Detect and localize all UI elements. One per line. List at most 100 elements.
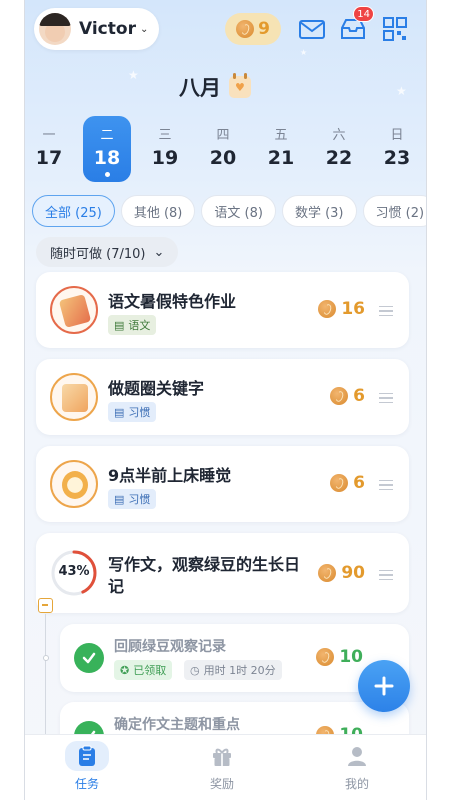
month-label: 八月 (179, 76, 221, 100)
weekday-label: 四 (216, 128, 230, 143)
check-icon[interactable] (74, 643, 104, 673)
device-bezel-right (426, 0, 450, 800)
date-label: 19 (151, 147, 179, 169)
task-reward: 6 (330, 386, 365, 406)
date-label: 23 (383, 147, 411, 169)
task-reward: 90 (318, 563, 365, 583)
week-strip: 一 17 二 18 三 19 四 20 五 21 六 22 日 23 (24, 116, 426, 184)
claimed-badge: ✪ 已领取 (114, 660, 173, 680)
day-22[interactable]: 六 22 (315, 116, 363, 182)
date-label: 22 (325, 147, 353, 169)
time-spent: ◷ 用时 1时 20分 (184, 660, 282, 680)
tab-0[interactable]: 全部 (25) (32, 195, 115, 227)
calendar-icon[interactable]: ♥ (229, 73, 251, 98)
app-screen: ★ ★ ★ Victor ⌄ 9 14 八月 ♥ 一 17 二 18 三 19 … (0, 0, 450, 800)
drag-handle-icon[interactable] (379, 480, 393, 490)
weekday-label: 五 (274, 128, 288, 143)
screen-edge (24, 0, 25, 800)
habit-tag: ▤ 习惯 (108, 489, 157, 509)
top-header: Victor ⌄ 9 14 (34, 6, 418, 50)
subtask-connector (45, 614, 46, 734)
day-18[interactable]: 二 18 (83, 116, 131, 182)
progress-percent: 43% (58, 564, 90, 579)
device-bezel-left (0, 0, 24, 800)
mail-icon[interactable] (297, 14, 327, 44)
bottom-navigation: 任务 奖励 我的 (24, 734, 426, 800)
coin-icon (316, 648, 335, 666)
exam-paper-icon (50, 373, 98, 421)
subject-tag: ▤ 语文 (108, 315, 157, 335)
coin-icon (330, 474, 349, 492)
coin-icon (330, 387, 349, 405)
book-icon (50, 286, 98, 334)
day-19[interactable]: 三 19 (141, 116, 189, 182)
nav-label: 我的 (344, 777, 369, 791)
weekday-label: 二 (100, 128, 114, 143)
nav-rewards[interactable]: 奖励 (177, 741, 267, 792)
day-23[interactable]: 日 23 (373, 116, 421, 182)
tab-1[interactable]: 其他 (8) (120, 195, 196, 227)
task-title: 写作文，观察绿豆的生长日 (108, 555, 301, 574)
nav-label: 奖励 (209, 777, 234, 791)
coin-balance[interactable]: 9 (225, 13, 281, 45)
task-card[interactable]: 9点半前上床睡觉 ▤ 习惯 6 (36, 446, 409, 522)
alarm-clock-icon (50, 460, 98, 508)
task-title: 9点半前上床睡觉 (108, 466, 232, 485)
task-title: 语文暑假特色作业 (108, 292, 237, 311)
nav-label: 任务 (74, 777, 99, 791)
tab-3[interactable]: 数学 (3) (281, 195, 357, 227)
avatar (39, 13, 71, 45)
task-reward: 6 (330, 473, 365, 493)
person-icon (335, 741, 379, 771)
drag-handle-icon[interactable] (379, 570, 393, 580)
subtask-title: 确定作文主题和重点 (114, 717, 240, 733)
task-title-line2: 记 (108, 577, 125, 596)
inbox-badge: 14 (353, 6, 374, 22)
doc-icon: ▤ (114, 405, 125, 419)
day-17[interactable]: 一 17 (25, 116, 73, 182)
subtask-card[interactable]: 回顾绿豆观察记录 ✪ 已领取 ◷ 用时 1时 20分 10 (60, 624, 409, 692)
clipboard-icon (65, 741, 109, 771)
coin-count: 9 (258, 19, 270, 39)
task-reward: 16 (318, 299, 365, 319)
task-card[interactable]: 做题圈关键字 ▤ 习惯 6 (36, 359, 409, 435)
weekday-label: 三 (158, 128, 172, 143)
day-21[interactable]: 五 21 (257, 116, 305, 182)
medal-icon: ✪ (120, 663, 130, 677)
tab-2[interactable]: 语文 (8) (201, 195, 276, 227)
user-switcher[interactable]: Victor ⌄ (34, 8, 159, 50)
date-label: 17 (35, 147, 63, 169)
task-dot (104, 172, 110, 177)
chevron-down-icon: ⌄ (153, 244, 165, 260)
parent-task-card[interactable]: 43% 写作文，观察绿豆的生长日 记 90 (36, 533, 409, 613)
coin-icon (236, 20, 255, 38)
subtask-title: 回顾绿豆观察记录 (114, 639, 226, 655)
doc-icon: ▤ (114, 492, 125, 506)
date-label: 20 (209, 147, 237, 169)
drag-handle-icon[interactable] (379, 393, 393, 403)
tree-node (43, 655, 49, 661)
clock-icon: ◷ (190, 663, 200, 677)
screen-edge (426, 0, 427, 800)
collapse-icon[interactable] (38, 598, 53, 613)
gift-icon (200, 741, 244, 771)
nav-tasks[interactable]: 任务 (42, 741, 132, 792)
day-20[interactable]: 四 20 (199, 116, 247, 182)
weekday-label: 六 (332, 128, 346, 143)
date-label: 18 (93, 147, 121, 169)
availability-filter[interactable]: 随时可做 (7/10) ⌄ (36, 237, 179, 267)
filter-label: 随时可做 (7/10) (50, 246, 146, 262)
task-card[interactable]: 语文暑假特色作业 ▤ 语文 16 (36, 272, 409, 348)
chevron-down-icon: ⌄ (139, 23, 149, 35)
drag-handle-icon[interactable] (379, 306, 393, 316)
weekday-label: 日 (390, 128, 404, 143)
doc-icon: ▤ (114, 318, 125, 332)
coin-icon (318, 564, 337, 582)
coin-icon (318, 300, 337, 318)
category-tabs: 全部 (25) 其他 (8) 语文 (8) 数学 (3) 习惯 (2) (32, 195, 438, 227)
qr-code-icon[interactable] (380, 14, 410, 44)
inbox-icon[interactable]: 14 (338, 6, 374, 44)
nav-profile[interactable]: 我的 (312, 741, 402, 792)
date-label: 21 (267, 147, 295, 169)
add-task-button[interactable] (358, 660, 410, 712)
